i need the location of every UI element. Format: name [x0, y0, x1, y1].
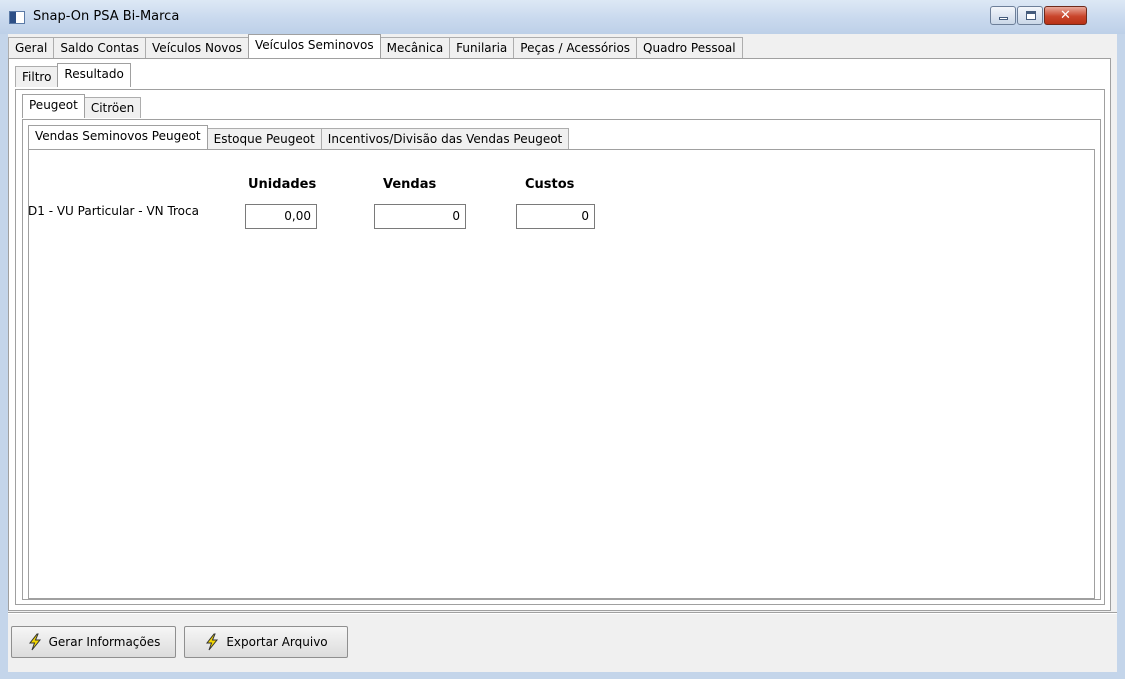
unidades-field[interactable]: 0,00 [245, 204, 317, 229]
tab-estoque-peugeot[interactable]: Estoque Peugeot [206, 128, 322, 149]
close-button[interactable]: ✕ [1044, 6, 1087, 25]
tab-quadro-pessoal[interactable]: Quadro Pessoal [636, 37, 743, 58]
row-label-d1: D1 - VU Particular - VN Troca [28, 204, 199, 218]
tab-filtro[interactable]: Filtro [15, 66, 59, 87]
tab-funilaria[interactable]: Funilaria [449, 37, 515, 58]
tab-vendas-seminovos-peugeot[interactable]: Vendas Seminovos Peugeot [28, 125, 208, 149]
title-bar[interactable]: Snap-On PSA Bi-Marca ✕ [0, 0, 1125, 34]
main-tab-strip: Geral Saldo Contas Veículos Novos Veícul… [8, 34, 743, 58]
maximize-button[interactable] [1017, 6, 1043, 25]
window-client-area: Geral Saldo Contas Veículos Novos Veícul… [8, 34, 1117, 672]
report-tab-strip: Vendas Seminovos Peugeot Estoque Peugeot… [28, 125, 570, 149]
window-title: Snap-On PSA Bi-Marca [33, 9, 180, 24]
tab-incentivos-divisao-vendas[interactable]: Incentivos/Divisão das Vendas Peugeot [320, 128, 570, 149]
divider [8, 612, 1117, 614]
tab-pecas-acessorios[interactable]: Peças / Acessórios [513, 37, 638, 58]
tab-veiculos-novos[interactable]: Veículos Novos [145, 37, 249, 58]
brand-tab-strip: Peugeot Citröen [22, 94, 142, 118]
sub-tab-strip: Filtro Resultado [15, 63, 131, 87]
tab-geral[interactable]: Geral [8, 37, 55, 58]
vendas-field[interactable]: 0 [374, 204, 466, 229]
custos-field[interactable]: 0 [516, 204, 595, 229]
close-icon: ✕ [1060, 8, 1071, 23]
lightning-bolt-icon [206, 633, 219, 651]
lightning-bolt-icon [28, 633, 41, 651]
tab-mecanica[interactable]: Mecânica [379, 37, 451, 58]
gerar-informacoes-button[interactable]: Gerar Informações [11, 626, 176, 658]
column-header-custos: Custos [525, 177, 575, 192]
column-header-vendas: Vendas [383, 177, 437, 192]
minimize-button[interactable] [990, 6, 1016, 25]
tab-peugeot[interactable]: Peugeot [22, 94, 85, 118]
column-header-unidades: Unidades [248, 177, 317, 192]
gerar-informacoes-label: Gerar Informações [48, 635, 161, 649]
tab-saldo-contas[interactable]: Saldo Contas [53, 37, 147, 58]
exportar-arquivo-button[interactable]: Exportar Arquivo [184, 626, 348, 658]
exportar-arquivo-label: Exportar Arquivo [226, 635, 328, 649]
tab-citroen[interactable]: Citröen [83, 97, 142, 118]
tab-veiculos-seminovos[interactable]: Veículos Seminovos [247, 34, 381, 58]
tab-resultado[interactable]: Resultado [57, 63, 131, 87]
app-window-icon [9, 11, 25, 24]
